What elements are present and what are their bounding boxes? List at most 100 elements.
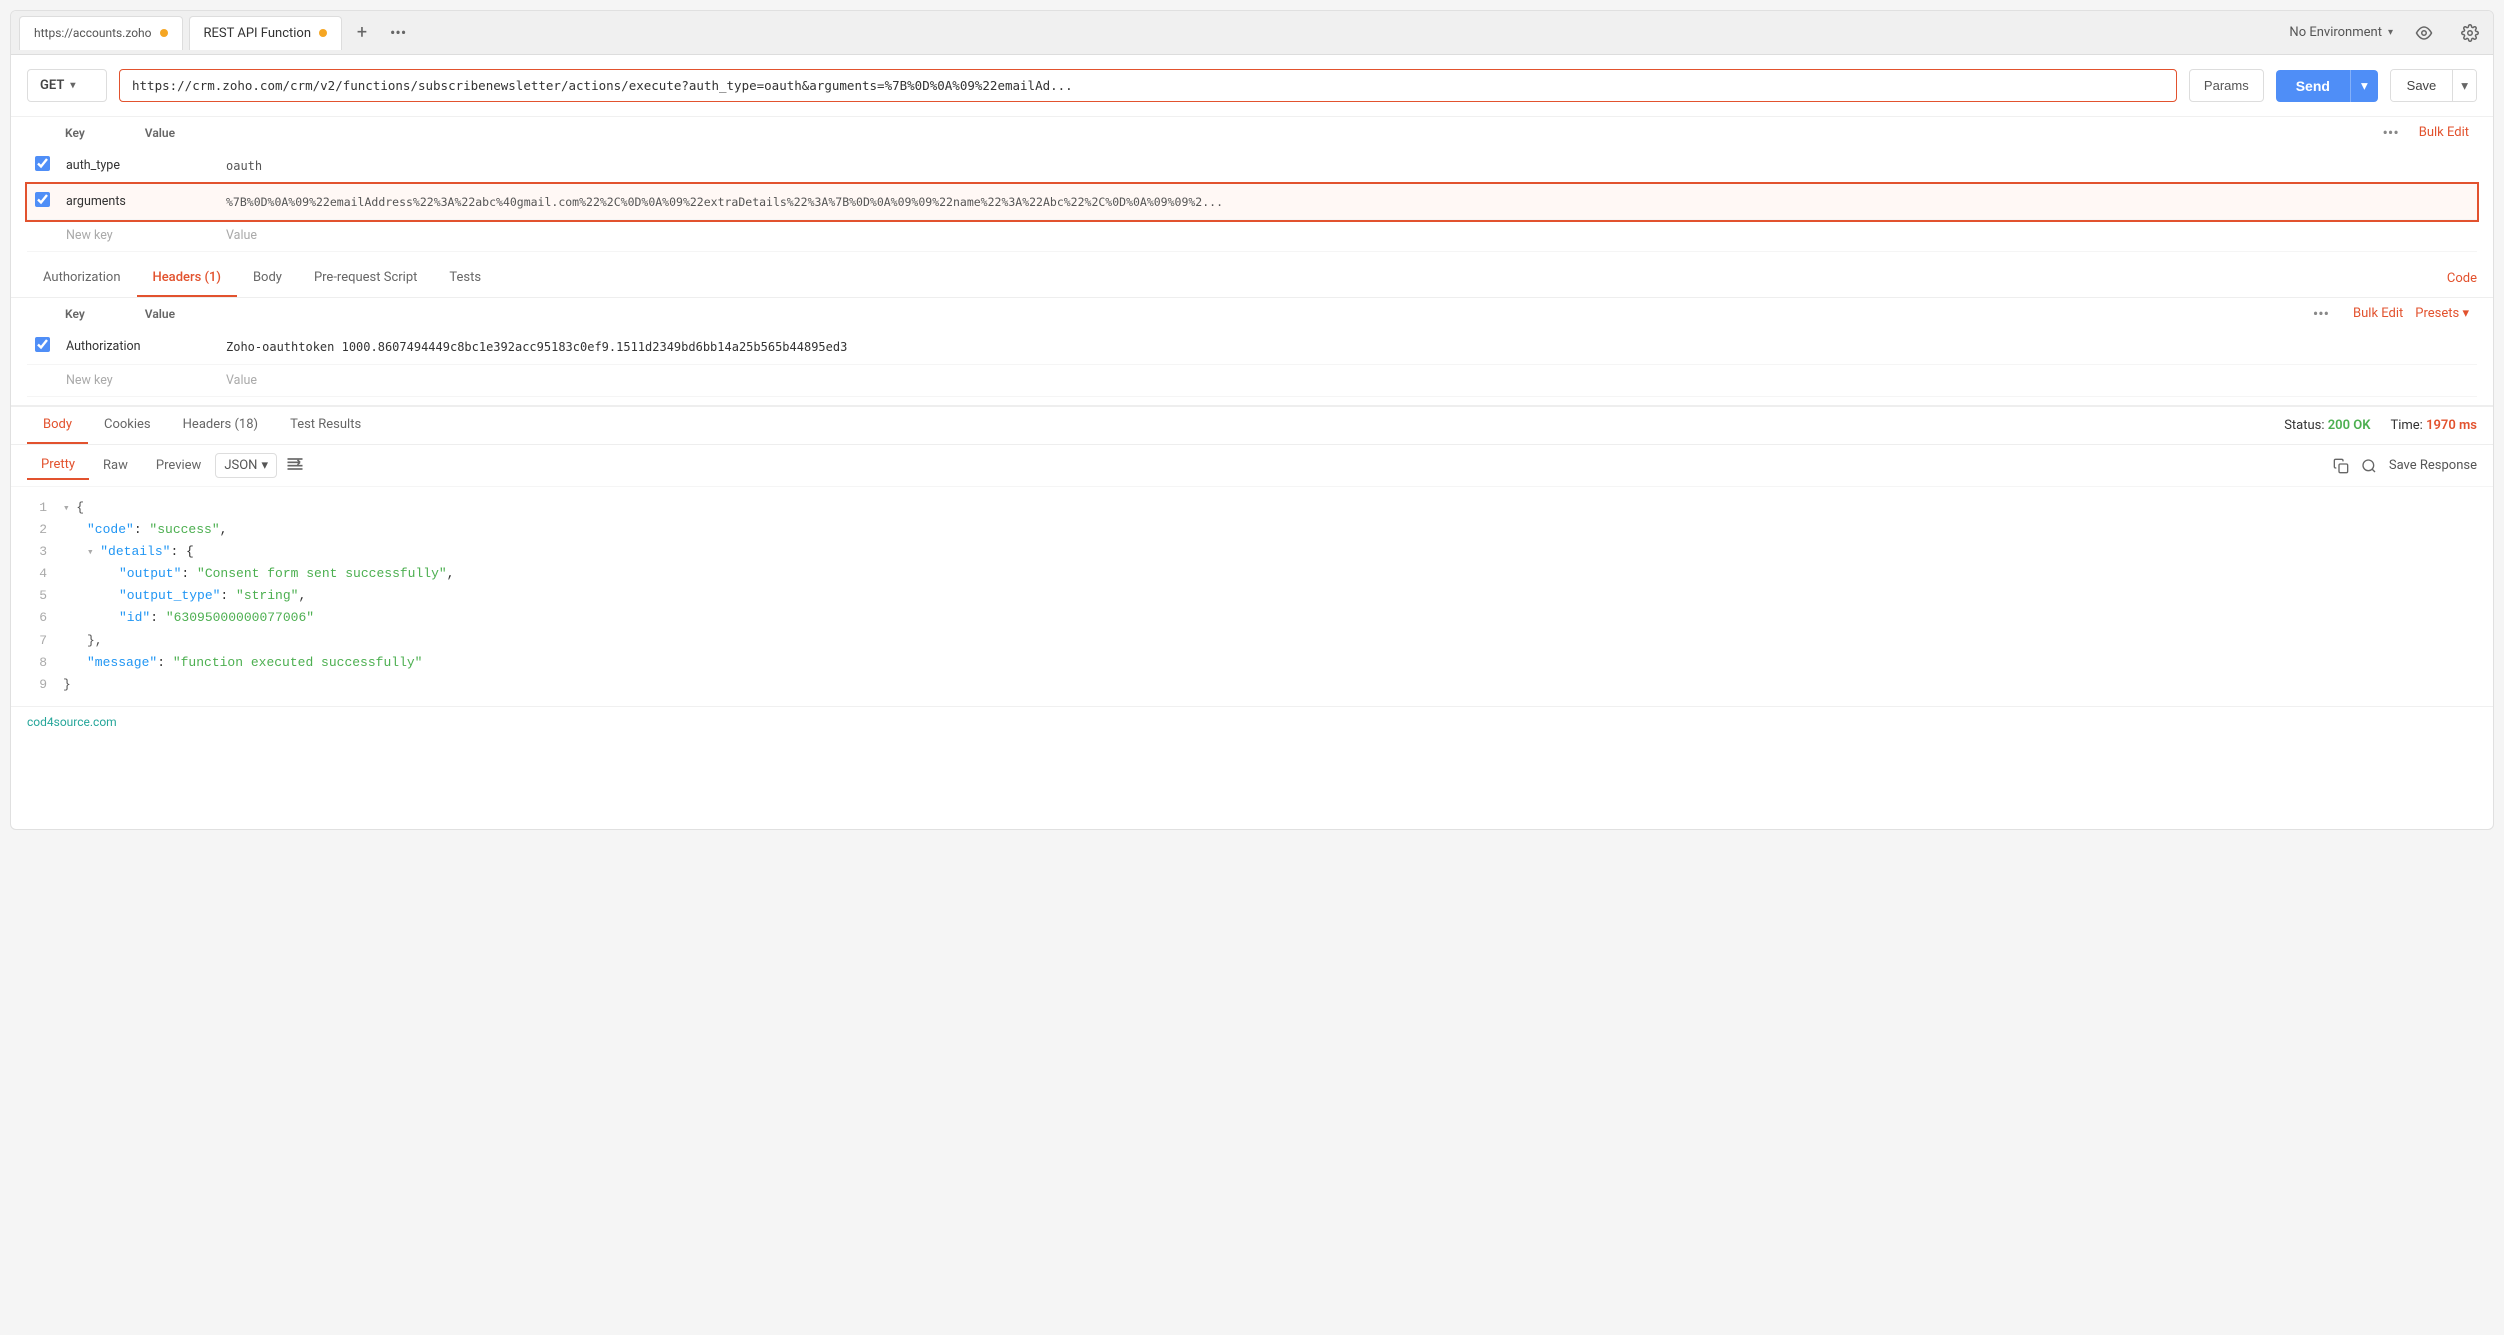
param-row-new: New key Value <box>27 220 2477 252</box>
headers-more-icon[interactable]: ••• <box>2313 304 2329 323</box>
wrap-icon[interactable] <box>285 454 305 478</box>
tab-headers[interactable]: Headers (1) <box>137 260 237 297</box>
resp-tab-headers[interactable]: Headers (18) <box>167 407 274 444</box>
header-new-value: Value <box>218 365 2477 397</box>
send-dropdown-button[interactable]: ▾ <box>2350 70 2378 102</box>
tab2-dot <box>319 29 327 37</box>
param-new-value: Value <box>218 220 2477 252</box>
app-container: https://accounts.zoho REST API Function … <box>10 10 2494 830</box>
response-section: Body Cookies Headers (18) Test Results S… <box>11 405 2493 706</box>
params-table: auth_type oauth arguments %7B%0D%0A%09%2… <box>27 148 2477 252</box>
tab-url[interactable]: https://accounts.zoho <box>19 16 183 50</box>
header-row-new: New key Value <box>27 365 2477 397</box>
param-2-value: %7B%0D%0A%09%22emailAddress%22%3A%22abc%… <box>218 184 2477 220</box>
headers-section: Key Value ••• Bulk Edit Presets ▾ Author… <box>11 298 2493 405</box>
status-value: 200 OK <box>2328 418 2371 433</box>
save-dropdown-icon: ▾ <box>2461 78 2468 94</box>
json-format-selector[interactable]: JSON ▾ <box>215 453 277 478</box>
time-label-text: Time: <box>2390 418 2422 433</box>
params-button[interactable]: Params <box>2189 69 2264 102</box>
params-value-header: Value <box>145 126 175 140</box>
gear-icon[interactable] <box>2455 18 2485 48</box>
tab-more-button[interactable]: ••• <box>382 19 414 46</box>
method-label: GET <box>40 78 64 93</box>
resp-sub-tab-pretty[interactable]: Pretty <box>27 451 89 480</box>
tab-add-button[interactable]: + <box>348 19 376 47</box>
request-tabs: Authorization Headers (1) Body Pre-reque… <box>11 260 2493 298</box>
param-1-checkbox[interactable] <box>35 156 50 171</box>
save-button[interactable]: Save <box>2391 70 2453 101</box>
collapse-icon-3[interactable]: ▾ <box>87 547 100 559</box>
env-chevron-icon: ▾ <box>2388 27 2393 38</box>
json-line-4: 4 "output": "Consent form sent successfu… <box>27 563 2477 585</box>
param-row-2: arguments %7B%0D%0A%09%22emailAddress%22… <box>27 184 2477 220</box>
json-line-5: 5 "output_type": "string", <box>27 585 2477 607</box>
send-button[interactable]: Send <box>2276 70 2350 102</box>
header-1-checkbox[interactable] <box>35 337 50 352</box>
params-bulk-edit-button[interactable]: Bulk Edit <box>2419 125 2469 140</box>
header-1-key: Authorization <box>58 329 218 365</box>
json-line-1: 1 ▾ { <box>27 497 2477 519</box>
param-1-key: auth_type <box>58 148 218 184</box>
tab-bar: https://accounts.zoho REST API Function … <box>11 11 2493 55</box>
resp-tab-body[interactable]: Body <box>27 407 88 444</box>
headers-table: Authorization Zoho-oauthtoken 1000.86074… <box>27 329 2477 397</box>
headers-value-header: Value <box>145 307 175 321</box>
resp-sub-tab-preview[interactable]: Preview <box>142 452 215 479</box>
save-response-button[interactable]: Save Response <box>2389 458 2477 473</box>
resp-tab-cookies[interactable]: Cookies <box>88 407 167 444</box>
json-line-7: 7 }, <box>27 630 2477 652</box>
url-input[interactable] <box>119 69 2177 102</box>
param-2-key: arguments <box>58 184 218 220</box>
request-tabs-left: Authorization Headers (1) Body Pre-reque… <box>27 260 497 297</box>
json-viewer: 1 ▾ { 2 "code": "success", 3 ▾ "details"… <box>11 487 2493 706</box>
param-new-key: New key <box>58 220 218 252</box>
url-input-wrapper <box>119 69 2177 102</box>
response-sub-tabs: Pretty Raw Preview JSON ▾ Save Response <box>11 445 2493 487</box>
json-line-8: 8 "message": "function executed successf… <box>27 652 2477 674</box>
search-response-button[interactable] <box>2361 458 2377 474</box>
json-format-label: JSON <box>224 458 257 473</box>
footer-label: cod4source.com <box>27 715 117 729</box>
tab-pre-request-script[interactable]: Pre-request Script <box>298 260 433 297</box>
tab-body[interactable]: Body <box>237 260 298 297</box>
env-label: No Environment <box>2289 25 2382 40</box>
eye-icon[interactable] <box>2409 18 2439 48</box>
params-section: Key Value ••• Bulk Edit auth_type oauth … <box>11 117 2493 260</box>
footer: cod4source.com <box>11 706 2493 737</box>
resp-tab-test-results[interactable]: Test Results <box>274 407 377 444</box>
tab-rest-api[interactable]: REST API Function <box>189 16 343 50</box>
json-chevron-icon: ▾ <box>261 458 268 473</box>
tab-add-icon: + <box>357 22 367 43</box>
response-tabs-bar: Body Cookies Headers (18) Test Results S… <box>11 407 2493 445</box>
tab-authorization[interactable]: Authorization <box>27 260 137 297</box>
copy-response-button[interactable] <box>2333 458 2349 474</box>
resp-sub-tab-raw[interactable]: Raw <box>89 452 142 479</box>
time-value: 1970 ms <box>2426 418 2477 433</box>
param-2-checkbox[interactable] <box>35 192 50 207</box>
headers-bulk-edit-button[interactable]: Bulk Edit <box>2353 306 2403 321</box>
save-dropdown-button[interactable]: ▾ <box>2452 70 2476 101</box>
params-more-icon[interactable]: ••• <box>2383 123 2399 142</box>
tab-url-text: https://accounts.zoho <box>34 26 152 40</box>
collapse-icon-1[interactable]: ▾ <box>63 503 76 515</box>
time-label: Time: 1970 ms <box>2390 418 2477 433</box>
json-line-2: 2 "code": "success", <box>27 519 2477 541</box>
tab-tests[interactable]: Tests <box>433 260 497 297</box>
method-selector[interactable]: GET ▾ <box>27 69 107 102</box>
headers-presets-button[interactable]: Presets ▾ <box>2415 306 2469 321</box>
param-row-1: auth_type oauth <box>27 148 2477 184</box>
tab-bar-left: https://accounts.zoho REST API Function … <box>19 16 414 50</box>
response-actions: Save Response <box>2333 458 2477 474</box>
environment-selector[interactable]: No Environment ▾ <box>2289 25 2393 40</box>
request-bar: GET ▾ Params Send ▾ Save ▾ <box>11 55 2493 117</box>
header-new-key: New key <box>58 365 218 397</box>
header-1-value: Zoho-oauthtoken 1000.8607494449c8bc1e392… <box>218 329 2477 365</box>
tab1-dot <box>160 29 168 37</box>
tab-rest-api-label: REST API Function <box>204 26 312 41</box>
send-dropdown-icon: ▾ <box>2361 78 2368 94</box>
code-link[interactable]: Code <box>2447 271 2477 286</box>
params-key-header: Key <box>35 126 85 140</box>
json-line-3: 3 ▾ "details": { <box>27 541 2477 563</box>
method-chevron-icon: ▾ <box>70 80 75 91</box>
